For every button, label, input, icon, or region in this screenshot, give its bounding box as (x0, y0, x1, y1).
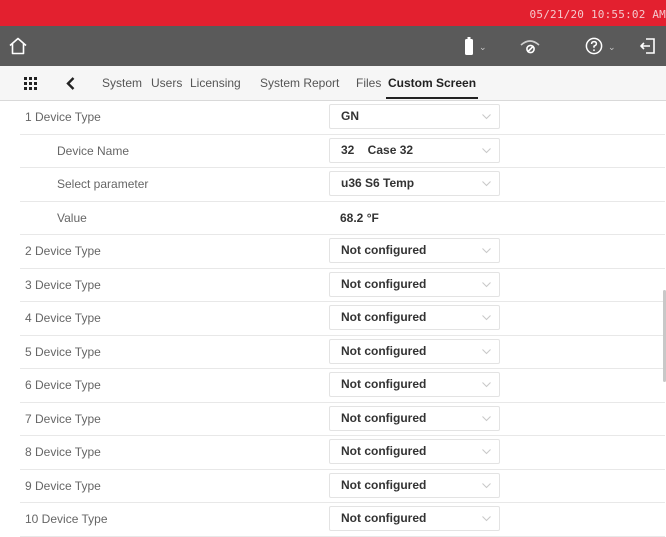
row-label: Device Name (57, 143, 130, 158)
select-value: Not configured (341, 310, 427, 324)
parameter-select[interactable]: u36 S6 Temp (329, 171, 500, 196)
chevron-down-icon: ⌄ (608, 41, 616, 52)
row-label: 9 Device Type (25, 478, 101, 493)
select-value: Not configured (341, 444, 427, 458)
chevron-down-icon (482, 348, 491, 354)
device-type-select[interactable]: Not configured (329, 271, 500, 297)
device-type-select[interactable]: Not configured (329, 472, 500, 498)
chevron-down-icon (482, 181, 491, 187)
status-bar: 05/21/20 10:55:02 AM (0, 0, 666, 26)
device-type-row: 6 Device Type Not configured (20, 369, 665, 403)
device-type-row: 1 Device Type GN (20, 101, 665, 135)
custom-screen-settings-list: 1 Device Type GN Device Name 32 Case 32 … (20, 101, 665, 537)
select-value: Not configured (341, 511, 427, 525)
device-name-row: Device Name 32 Case 32 (20, 135, 665, 168)
device-type-row: 3 Device Type Not configured (20, 269, 665, 302)
help-icon (585, 37, 603, 55)
help-menu-button[interactable]: ⌄ (585, 26, 616, 66)
home-button[interactable] (8, 26, 28, 66)
row-label: Select parameter (57, 177, 149, 191)
parameter-value: 68.2 °F (340, 210, 379, 225)
device-type-select[interactable]: Not configured (329, 305, 500, 330)
tab-licensing[interactable]: Licensing (190, 66, 241, 100)
device-type-row: 4 Device Type Not configured (20, 302, 665, 336)
device-type-select[interactable]: Not configured (329, 238, 500, 263)
chevron-down-icon (482, 415, 491, 421)
value-row: Value 68.2 °F (20, 202, 665, 235)
status-datetime: 05/21/20 10:55:02 AM (529, 8, 666, 21)
device-type-select[interactable]: Not configured (329, 439, 500, 464)
connection-button[interactable] (518, 26, 542, 66)
select-value: 32 Case 32 (341, 142, 414, 157)
device-name-select[interactable]: 32 Case 32 (329, 137, 500, 163)
chevron-down-icon (482, 248, 491, 254)
select-value: Not configured (341, 243, 427, 257)
apps-grid-icon[interactable] (24, 77, 37, 90)
signal-icon (520, 40, 540, 54)
device-type-select[interactable]: Not configured (329, 338, 500, 364)
device-type-row: 9 Device Type Not configured (20, 470, 665, 503)
device-type-select[interactable]: Not configured (329, 372, 500, 397)
row-label: 4 Device Type (25, 311, 101, 325)
tab-system-report[interactable]: System Report (260, 66, 339, 100)
select-value: Not configured (341, 276, 427, 291)
settings-nav-bar: System Users Licensing System Report Fil… (0, 66, 666, 101)
row-label: 3 Device Type (25, 277, 101, 292)
tab-files[interactable]: Files (356, 66, 381, 100)
home-icon (9, 37, 27, 55)
select-value: Not configured (341, 410, 427, 425)
row-label: 5 Device Type (25, 344, 101, 359)
chevron-down-icon (482, 516, 491, 522)
row-label: 7 Device Type (25, 411, 101, 426)
chevron-down-icon (482, 382, 491, 388)
chevron-down-icon (482, 315, 491, 321)
row-label: 8 Device Type (25, 445, 101, 459)
chevron-down-icon: ⌄ (479, 41, 487, 52)
select-value: Not configured (341, 343, 427, 358)
tab-system[interactable]: System (102, 66, 142, 100)
device-type-select[interactable]: Not configured (329, 506, 500, 531)
back-chevron-icon[interactable] (66, 77, 75, 90)
row-label: Value (57, 210, 87, 225)
logout-button[interactable] (639, 26, 657, 66)
logout-icon (640, 38, 655, 54)
device-type-row: 2 Device Type Not configured (20, 235, 665, 269)
select-parameter-row: Select parameter u36 S6 Temp (20, 168, 665, 202)
select-value: Not configured (341, 377, 427, 391)
select-value: GN (341, 109, 359, 123)
device-type-row: 8 Device Type Not configured (20, 436, 665, 470)
tab-users[interactable]: Users (151, 66, 182, 100)
chevron-down-icon (482, 482, 491, 488)
top-toolbar: ⌄ ⌄ (0, 26, 666, 66)
device-type-row: 7 Device Type Not configured (20, 403, 665, 436)
row-label: 10 Device Type (25, 512, 108, 526)
device-type-select[interactable]: Not configured (329, 405, 500, 431)
battery-icon (465, 37, 473, 55)
select-value: Not configured (341, 477, 427, 492)
device-type-select[interactable]: GN (329, 104, 500, 129)
chevron-down-icon (482, 147, 491, 153)
row-label: 1 Device Type (25, 110, 101, 124)
row-label: 2 Device Type (25, 244, 101, 258)
row-label: 6 Device Type (25, 378, 101, 392)
select-value: u36 S6 Temp (341, 176, 415, 190)
tab-custom-screen[interactable]: Custom Screen (385, 66, 479, 100)
chevron-down-icon (482, 281, 491, 287)
device-type-row: 10 Device Type Not configured (20, 503, 665, 537)
device-type-row: 5 Device Type Not configured (20, 336, 665, 369)
chevron-down-icon (482, 449, 491, 455)
battery-menu-button[interactable]: ⌄ (464, 26, 487, 66)
chevron-down-icon (482, 114, 491, 120)
